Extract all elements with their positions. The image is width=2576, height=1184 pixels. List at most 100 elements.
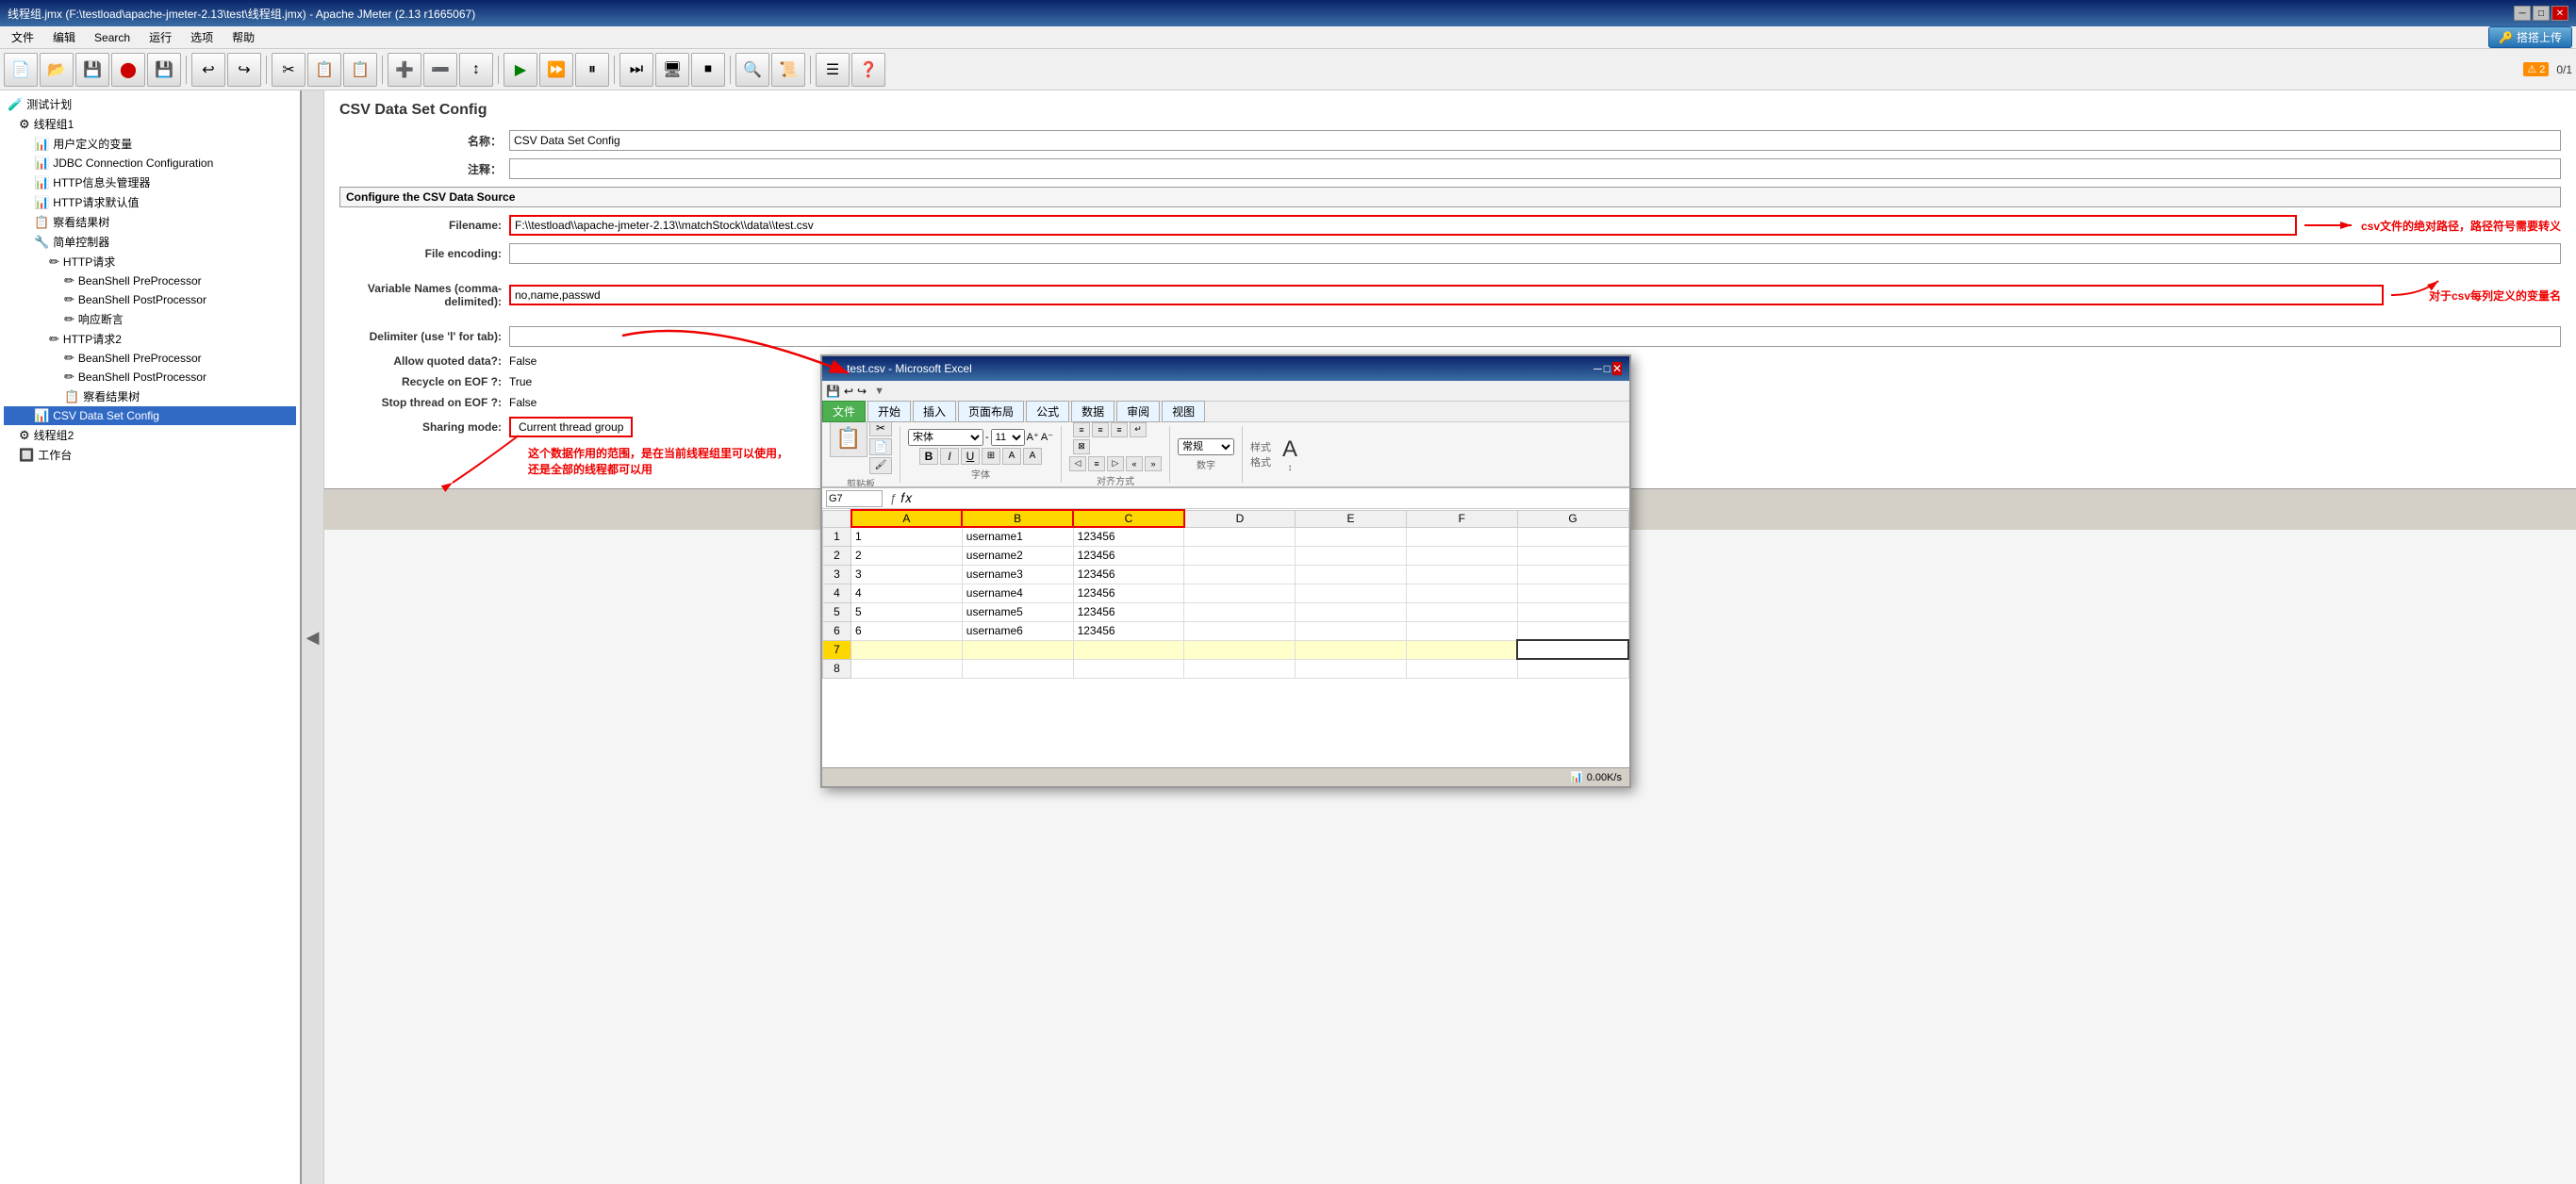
cell-a7[interactable] xyxy=(851,640,963,659)
cell-b6[interactable]: username6 xyxy=(962,621,1073,640)
collapse-button[interactable]: ➖ xyxy=(423,53,457,87)
excel-tab-view[interactable]: 视图 xyxy=(1162,401,1205,422)
cell-b1[interactable]: username1 xyxy=(962,527,1073,546)
encoding-input[interactable] xyxy=(509,243,2561,264)
paste-button[interactable]: 📋 xyxy=(343,53,377,87)
cell-f8[interactable] xyxy=(1406,659,1517,678)
font-inc-btn[interactable]: A⁺ xyxy=(1027,431,1039,443)
excel-undo-icon[interactable]: ↩ xyxy=(844,385,853,398)
cell-c6[interactable]: 123456 xyxy=(1073,621,1184,640)
font-family-select[interactable]: 宋体 xyxy=(908,429,983,446)
font-size-select[interactable]: 11 xyxy=(991,429,1025,446)
cell-d5[interactable] xyxy=(1184,602,1296,621)
tree-item-csv-data-set[interactable]: 📊 CSV Data Set Config xyxy=(4,406,296,425)
cell-a2[interactable]: 2 xyxy=(851,546,963,565)
cell-c7[interactable] xyxy=(1073,640,1184,659)
copy-button[interactable]: 📋 xyxy=(307,53,341,87)
excel-tab-home[interactable]: 开始 xyxy=(867,401,911,422)
cut-btn[interactable]: ✂ xyxy=(869,422,892,436)
cell-g3[interactable] xyxy=(1517,565,1628,584)
menu-run[interactable]: 运行 xyxy=(141,27,179,47)
cell-d4[interactable] xyxy=(1184,584,1296,602)
cell-d6[interactable] xyxy=(1184,621,1296,640)
run-all-button[interactable]: ⏩ xyxy=(539,53,573,87)
cell-g5[interactable] xyxy=(1517,602,1628,621)
remote-button[interactable]: 🖥 xyxy=(655,53,689,87)
formula-input[interactable] xyxy=(916,490,1626,507)
varnames-input[interactable] xyxy=(509,285,2384,305)
undo-button[interactable]: ↩ xyxy=(191,53,225,87)
cell-g7[interactable] xyxy=(1517,640,1628,659)
tree-item-http-req-2[interactable]: ✏ HTTP请求2 xyxy=(4,329,296,349)
align-left-btn[interactable]: ◁ xyxy=(1069,456,1086,471)
bold-btn[interactable]: B xyxy=(919,448,938,465)
menu-file[interactable]: 文件 xyxy=(4,27,41,47)
tree-item-beanshell-pre-1[interactable]: ✏ BeanShell PreProcessor xyxy=(4,271,296,290)
font-dec-btn[interactable]: A⁻ xyxy=(1041,431,1053,443)
pause-button[interactable]: ⏸ xyxy=(575,53,609,87)
tree-item-test-plan[interactable]: 🧪 测试计划 xyxy=(4,94,296,114)
cell-g4[interactable] xyxy=(1517,584,1628,602)
save-button[interactable]: 💾 xyxy=(75,53,109,87)
redo-button[interactable]: ↪ xyxy=(227,53,261,87)
new-button[interactable]: 📄 xyxy=(4,53,38,87)
cell-g6[interactable] xyxy=(1517,621,1628,640)
analyze-button[interactable]: 🔍 xyxy=(735,53,769,87)
cell-a1[interactable]: 1 xyxy=(851,527,963,546)
cell-f5[interactable] xyxy=(1406,602,1517,621)
tree-item-user-vars[interactable]: 📊 用户定义的变量 xyxy=(4,134,296,154)
cell-c8[interactable] xyxy=(1073,659,1184,678)
col-header-a[interactable]: A xyxy=(851,510,963,527)
remote-stop-button[interactable]: ⏹ xyxy=(691,53,725,87)
wrap-text-btn[interactable]: ↵ xyxy=(1130,422,1147,437)
cell-a8[interactable] xyxy=(851,659,963,678)
toggle-button[interactable]: ↕ xyxy=(459,53,493,87)
cell-f7[interactable] xyxy=(1406,640,1517,659)
floppy-button[interactable]: 💾 xyxy=(147,53,181,87)
cut-button[interactable]: ✂ xyxy=(272,53,305,87)
minimize-button[interactable]: ─ xyxy=(2514,6,2531,21)
help-button[interactable]: ❓ xyxy=(851,53,885,87)
align-top-btn[interactable]: ≡ xyxy=(1073,422,1090,437)
col-header-e[interactable]: E xyxy=(1296,510,1407,527)
cell-a4[interactable]: 4 xyxy=(851,584,963,602)
excel-min-btn[interactable]: ─ xyxy=(1593,362,1602,375)
cell-b2[interactable]: username2 xyxy=(962,546,1073,565)
italic-btn[interactable]: I xyxy=(940,448,959,465)
cell-d2[interactable] xyxy=(1184,546,1296,565)
tree-item-view-results-1[interactable]: 📋 察看结果树 xyxy=(4,212,296,232)
cell-b3[interactable]: username3 xyxy=(962,565,1073,584)
cell-f2[interactable] xyxy=(1406,546,1517,565)
cell-c3[interactable]: 123456 xyxy=(1073,565,1184,584)
cell-f3[interactable] xyxy=(1406,565,1517,584)
menu-edit[interactable]: 编辑 xyxy=(45,27,83,47)
cell-e5[interactable] xyxy=(1296,602,1407,621)
cell-g8[interactable] xyxy=(1517,659,1628,678)
cell-e1[interactable] xyxy=(1296,527,1407,546)
cell-a3[interactable]: 3 xyxy=(851,565,963,584)
border-btn[interactable]: ⊞ xyxy=(982,448,1000,465)
cell-c5[interactable]: 123456 xyxy=(1073,602,1184,621)
col-header-f[interactable]: F xyxy=(1406,510,1517,527)
indent-less-btn[interactable]: « xyxy=(1126,456,1143,471)
col-header-c[interactable]: C xyxy=(1073,510,1184,527)
copy-btn[interactable]: 📄 xyxy=(869,438,892,455)
cell-c1[interactable]: 123456 xyxy=(1073,527,1184,546)
align-right-btn[interactable]: ▷ xyxy=(1107,456,1124,471)
cell-e3[interactable] xyxy=(1296,565,1407,584)
tree-item-view-results-2[interactable]: 📋 察看结果树 xyxy=(4,386,296,406)
excel-close-btn[interactable]: ✕ xyxy=(1612,362,1622,375)
open-button[interactable]: 📂 xyxy=(40,53,74,87)
cell-f6[interactable] xyxy=(1406,621,1517,640)
cell-g1[interactable] xyxy=(1517,527,1628,546)
cell-a5[interactable]: 5 xyxy=(851,602,963,621)
cell-e4[interactable] xyxy=(1296,584,1407,602)
cell-b7[interactable] xyxy=(962,640,1073,659)
cell-f1[interactable] xyxy=(1406,527,1517,546)
stop-button[interactable]: ⬤ xyxy=(111,53,145,87)
excel-tab-review[interactable]: 审阅 xyxy=(1116,401,1160,422)
run-button[interactable]: ▶ xyxy=(504,53,537,87)
filename-input[interactable] xyxy=(509,215,2297,236)
excel-tab-file[interactable]: 文件 xyxy=(822,401,866,422)
tree-item-http-req-1[interactable]: ✏ HTTP请求 xyxy=(4,252,296,271)
